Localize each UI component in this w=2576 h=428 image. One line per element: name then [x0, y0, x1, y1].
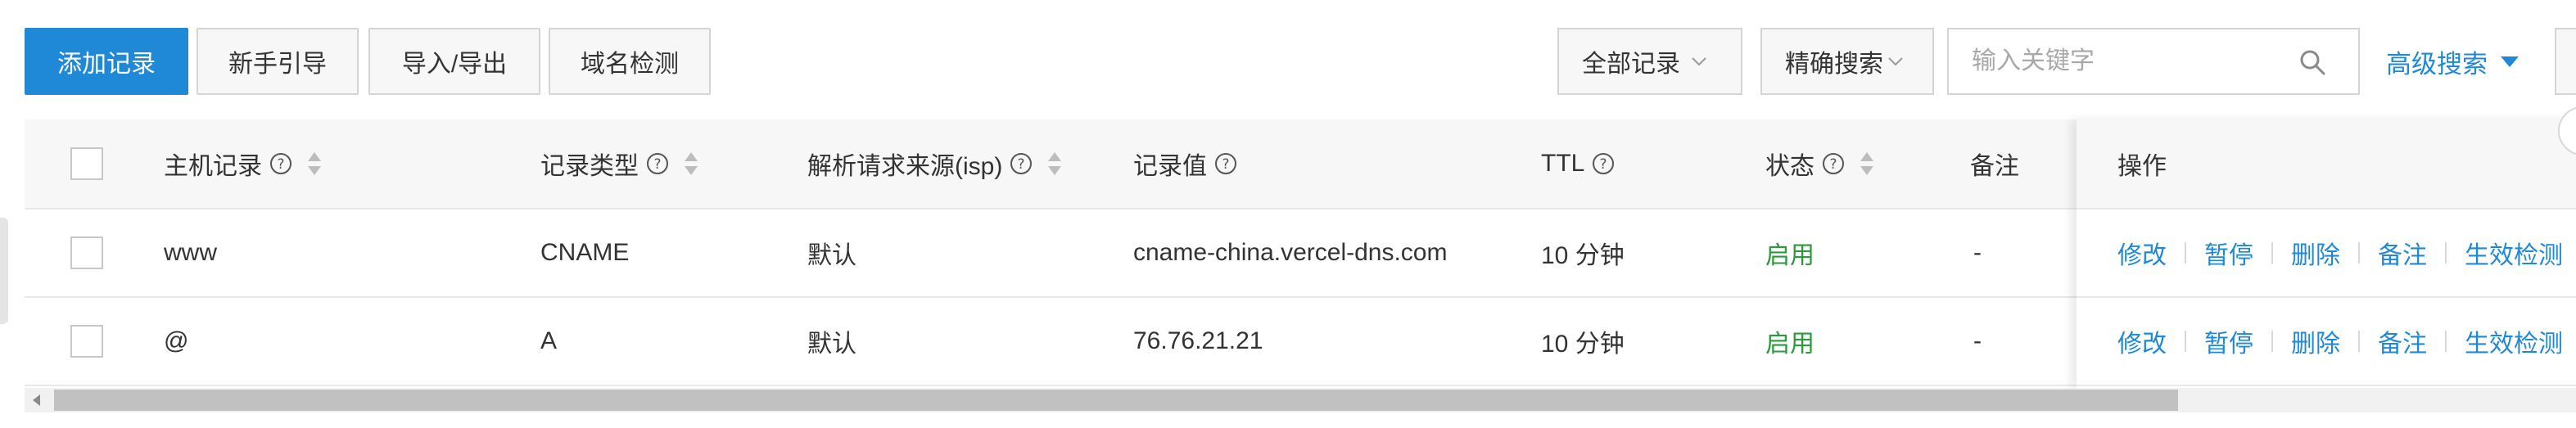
- import-export-label: 导入/导出: [401, 51, 508, 78]
- separator: [2358, 331, 2360, 352]
- modify-link[interactable]: 修改: [2117, 323, 2167, 359]
- cell-remark: -: [1973, 327, 1982, 354]
- separator: [2358, 242, 2360, 264]
- separator: [2185, 242, 2186, 264]
- row-actions: 修改 暂停 删除 备注 生效检测: [2077, 209, 2576, 298]
- pause-link[interactable]: 暂停: [2204, 323, 2253, 359]
- header-select-cell: [70, 119, 103, 208]
- toolbar: 添加记录 新手引导 导入/导出 域名检测 全部记录 精确搜索 高级搜索: [0, 0, 2576, 123]
- separator: [2445, 242, 2447, 264]
- cell-host: www: [164, 239, 217, 266]
- header-ops: 操作: [2077, 119, 2576, 209]
- header-remark: 备注: [1970, 119, 2019, 208]
- sort-icon[interactable]: [1859, 150, 1875, 178]
- add-record-button[interactable]: 添加记录: [25, 28, 188, 95]
- question-circle-icon[interactable]: ?: [1213, 151, 1238, 176]
- header-remark-label: 备注: [1970, 153, 2019, 180]
- advanced-search-link[interactable]: 高级搜索: [2386, 28, 2519, 95]
- remark-link[interactable]: 备注: [2378, 235, 2427, 271]
- separator: [2271, 331, 2273, 352]
- beginner-guide-label: 新手引导: [228, 51, 327, 78]
- svg-text:?: ?: [1829, 156, 1837, 173]
- sort-icon[interactable]: [306, 150, 323, 178]
- import-export-button[interactable]: 导入/导出: [368, 28, 540, 95]
- row-actions: 修改 暂停 删除 备注 生效检测: [2077, 298, 2576, 386]
- row-checkbox[interactable]: [70, 237, 103, 269]
- search-mode-select[interactable]: 精确搜索: [1760, 28, 1934, 95]
- question-circle-icon[interactable]: ?: [1591, 151, 1616, 176]
- cell-host: @: [164, 327, 189, 354]
- cell-line: 默认: [807, 331, 856, 358]
- pause-link[interactable]: 暂停: [2204, 235, 2253, 271]
- chevron-down-icon: [1888, 57, 1903, 66]
- cell-ttl: 10 分钟: [1541, 242, 1625, 269]
- chevron-down-icon: [1692, 57, 1706, 66]
- separator: [2271, 242, 2273, 264]
- cell-ttl: 10 分钟: [1541, 331, 1625, 358]
- cell-value: 76.76.21.21: [1133, 327, 1263, 354]
- sort-icon[interactable]: [1046, 150, 1063, 178]
- svg-text:?: ?: [653, 156, 661, 173]
- cell-status: 启用: [1765, 242, 1814, 269]
- cell-line: 默认: [807, 242, 856, 269]
- cell-remark: -: [1973, 239, 1982, 266]
- cell-type: A: [540, 327, 558, 354]
- operations-column: 操作 修改 暂停 删除 备注 生效检测 修改 暂停 删除 备注 生效检测: [2077, 119, 2576, 388]
- header-status[interactable]: 状态 ?: [1765, 119, 1875, 208]
- verify-link[interactable]: 生效检测: [2465, 235, 2563, 271]
- add-record-label: 添加记录: [57, 51, 156, 78]
- question-circle-icon[interactable]: ?: [1821, 151, 1846, 176]
- modify-link[interactable]: 修改: [2117, 235, 2167, 271]
- header-line[interactable]: 解析请求来源(isp) ?: [807, 119, 1063, 208]
- header-value: 记录值 ?: [1133, 119, 1238, 208]
- record-filter-value: 全部记录: [1582, 51, 1680, 78]
- search-input[interactable]: [1970, 47, 2281, 76]
- delete-link[interactable]: 删除: [2291, 235, 2340, 271]
- scroll-left-icon[interactable]: [33, 394, 40, 406]
- advanced-search-label: 高级搜索: [2386, 49, 2488, 79]
- select-all-checkbox[interactable]: [70, 147, 103, 180]
- svg-text:?: ?: [1222, 156, 1229, 173]
- cell-status: 启用: [1765, 331, 1814, 358]
- header-host[interactable]: 主机记录 ?: [164, 119, 323, 208]
- overflow-button[interactable]: [2555, 28, 2576, 95]
- separator: [2445, 331, 2447, 352]
- header-type-label: 记录类型: [540, 153, 639, 180]
- question-circle-icon[interactable]: ?: [645, 151, 670, 176]
- svg-text:?: ?: [277, 156, 284, 173]
- side-tab[interactable]: [0, 218, 8, 324]
- beginner-guide-button[interactable]: 新手引导: [197, 28, 359, 95]
- header-ttl: TTL ?: [1541, 119, 1616, 208]
- delete-link[interactable]: 删除: [2291, 323, 2340, 359]
- search-box: [1947, 28, 2360, 95]
- horizontal-scrollbar[interactable]: [25, 388, 2576, 412]
- scrollbar-thumb[interactable]: [54, 390, 2178, 411]
- row-checkbox[interactable]: [70, 325, 103, 358]
- header-type[interactable]: 记录类型 ?: [540, 119, 699, 208]
- search-mode-value: 精确搜索: [1785, 51, 1883, 78]
- header-value-label: 记录值: [1133, 153, 1207, 180]
- domain-check-label: 域名检测: [581, 51, 679, 78]
- header-line-label: 解析请求来源(isp): [807, 153, 1003, 180]
- svg-text:?: ?: [1018, 156, 1025, 173]
- row-select-cell: [70, 209, 103, 296]
- sort-icon[interactable]: [683, 150, 699, 178]
- record-filter-select[interactable]: 全部记录: [1557, 28, 1742, 95]
- header-host-label: 主机记录: [164, 153, 262, 180]
- cell-type: CNAME: [540, 239, 630, 266]
- verify-link[interactable]: 生效检测: [2465, 323, 2563, 359]
- domain-check-button[interactable]: 域名检测: [549, 28, 711, 95]
- question-circle-icon[interactable]: ?: [1009, 151, 1033, 176]
- question-circle-icon[interactable]: ?: [269, 151, 293, 176]
- header-status-label: 状态: [1765, 153, 1814, 180]
- search-icon[interactable]: [2298, 47, 2327, 77]
- svg-text:?: ?: [1600, 156, 1607, 173]
- caret-down-icon: [2501, 56, 2519, 67]
- separator: [2185, 331, 2186, 352]
- remark-link[interactable]: 备注: [2378, 323, 2427, 359]
- row-select-cell: [70, 298, 103, 385]
- header-ttl-label: TTL: [1541, 150, 1585, 177]
- cell-value: cname-china.vercel-dns.com: [1133, 239, 1448, 266]
- header-ops-label: 操作: [2117, 153, 2167, 180]
